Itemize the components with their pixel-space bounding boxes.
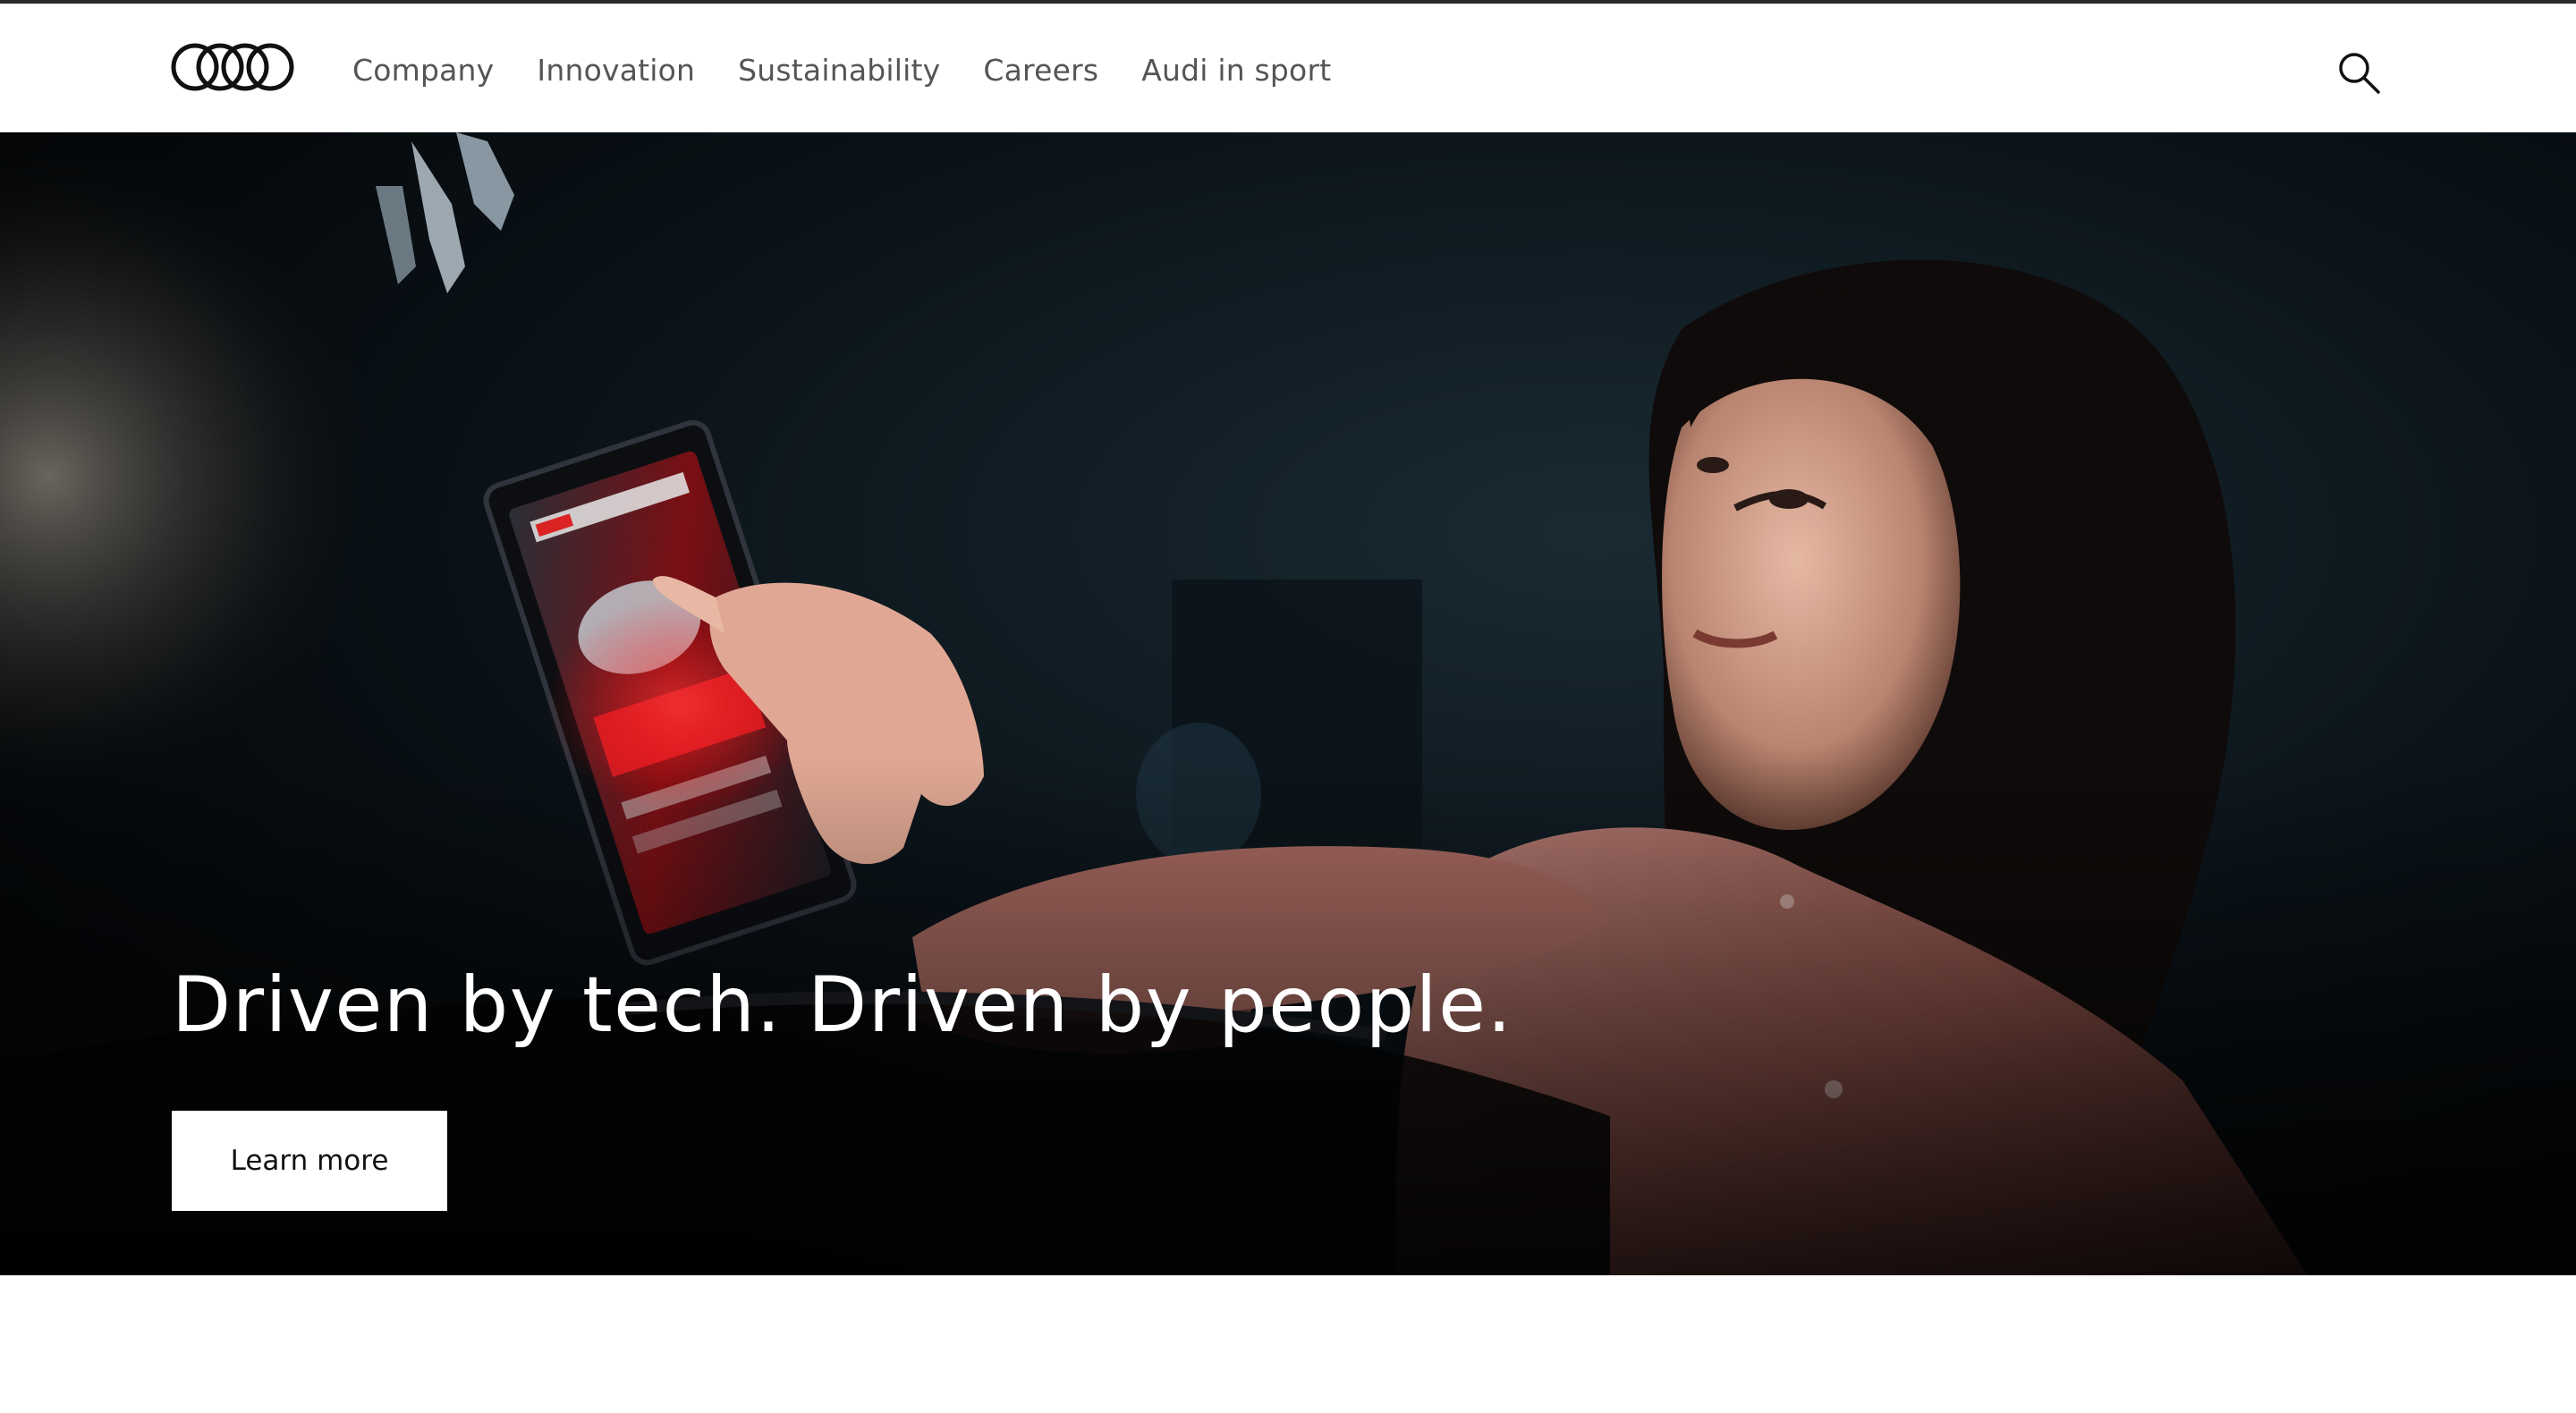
- nav-item-sustainability[interactable]: Sustainability: [738, 53, 940, 88]
- nav-item-audi-in-sport[interactable]: Audi in sport: [1141, 53, 1331, 88]
- hero-banner: Driven by tech. Driven by people. Learn …: [0, 132, 2576, 1275]
- nav-item-company[interactable]: Company: [352, 53, 494, 88]
- hero-headline: Driven by tech. Driven by people.: [172, 960, 1513, 1050]
- main-nav: Company Innovation Sustainability Career…: [352, 45, 1331, 95]
- nav-item-innovation[interactable]: Innovation: [537, 53, 695, 88]
- learn-more-button[interactable]: Learn more: [172, 1111, 447, 1211]
- site-header: Company Innovation Sustainability Career…: [0, 4, 2576, 132]
- below-fold-area: [0, 1275, 2576, 1413]
- audi-rings-logo-icon[interactable]: [170, 41, 297, 93]
- nav-item-careers[interactable]: Careers: [983, 53, 1098, 88]
- hero-image: [0, 132, 2576, 1275]
- search-icon[interactable]: [2336, 50, 2383, 97]
